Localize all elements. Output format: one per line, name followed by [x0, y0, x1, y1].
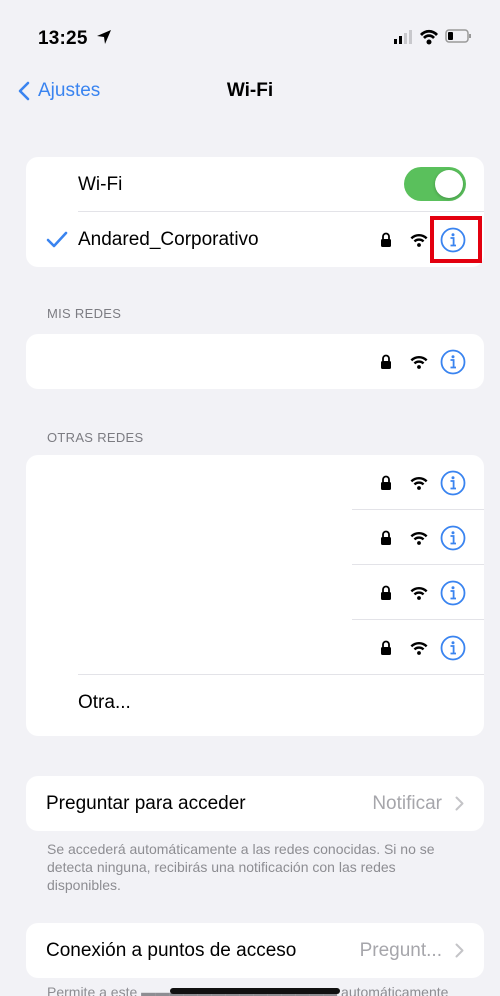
other-network-row[interactable]: Otra... — [26, 675, 484, 730]
info-icon[interactable] — [440, 580, 466, 606]
wifi-signal-icon — [410, 233, 428, 247]
network-icons — [380, 470, 466, 496]
wifi-toggle-row: Wi-Fi — [26, 157, 484, 212]
connected-network-row[interactable]: Andared_Corporativo — [26, 212, 484, 267]
network-icons — [380, 635, 466, 661]
status-bar: 13:25 — [0, 0, 500, 70]
otras-redes-group: Otra... — [26, 455, 484, 736]
network-row[interactable] — [26, 565, 484, 620]
ask-join-footnote: Se accederá automáticamente a las redes … — [47, 841, 435, 893]
hotspot-label: Conexión a puntos de acceso — [46, 939, 297, 961]
lock-icon — [381, 354, 391, 369]
lock-icon — [381, 232, 391, 247]
wifi-toggle-label: Wi-Fi — [78, 173, 123, 195]
page-title: Wi-Fi — [226, 80, 274, 101]
hotspot-value: Pregunt... — [359, 939, 442, 961]
chevron-right-icon — [455, 796, 464, 811]
wifi-status-icon — [420, 29, 438, 45]
network-row[interactable] — [26, 455, 484, 510]
lock-icon — [381, 530, 391, 545]
network-row[interactable] — [26, 620, 484, 675]
info-button-highlight — [430, 216, 482, 263]
section-header-otras-redes: OTRAS REDES — [47, 430, 144, 445]
network-row[interactable] — [26, 510, 484, 565]
lock-icon — [381, 585, 391, 600]
signal-icon — [394, 30, 412, 44]
checkmark-icon — [46, 231, 68, 247]
location-arrow-icon — [97, 30, 111, 44]
network-icons — [380, 580, 466, 606]
network-icons — [380, 349, 466, 375]
home-indicator — [170, 988, 340, 994]
wifi-signal-icon — [410, 355, 428, 369]
wifi-signal-icon — [410, 641, 428, 655]
status-icons — [394, 26, 474, 51]
chevron-right-icon — [455, 943, 464, 958]
hotspot-group: Conexión a puntos de acceso Pregunt... — [26, 923, 484, 978]
other-network-label: Otra... — [78, 691, 131, 713]
network-icons — [380, 525, 466, 551]
info-icon[interactable] — [440, 635, 466, 661]
mis-redes-group — [26, 334, 484, 389]
toggle-knob — [435, 170, 463, 198]
connected-network-name: Andared_Corporativo — [78, 228, 259, 250]
lock-icon — [381, 475, 391, 490]
info-icon[interactable] — [440, 349, 466, 375]
wifi-toggle[interactable] — [404, 167, 466, 201]
ask-join-row[interactable]: Preguntar para acceder Notificar — [26, 776, 484, 831]
wifi-group: Wi-Fi Andared_Corporativo — [26, 157, 484, 267]
ask-join-label: Preguntar para acceder — [46, 792, 246, 814]
battery-icon — [445, 29, 471, 43]
lock-icon — [381, 640, 391, 655]
network-row[interactable] — [26, 334, 484, 389]
wifi-signal-icon — [410, 531, 428, 545]
ask-join-group: Preguntar para acceder Notificar — [26, 776, 484, 831]
wifi-signal-icon — [410, 476, 428, 490]
nav-bar: Ajustes Wi-Fi — [0, 70, 500, 114]
hotspot-row[interactable]: Conexión a puntos de acceso Pregunt... — [26, 923, 484, 978]
section-header-mis-redes: MIS REDES — [47, 306, 122, 321]
info-icon[interactable] — [440, 525, 466, 551]
wifi-signal-icon — [410, 586, 428, 600]
info-icon[interactable] — [440, 470, 466, 496]
ask-join-value: Notificar — [372, 792, 442, 814]
status-time: 13:25 — [38, 28, 88, 49]
